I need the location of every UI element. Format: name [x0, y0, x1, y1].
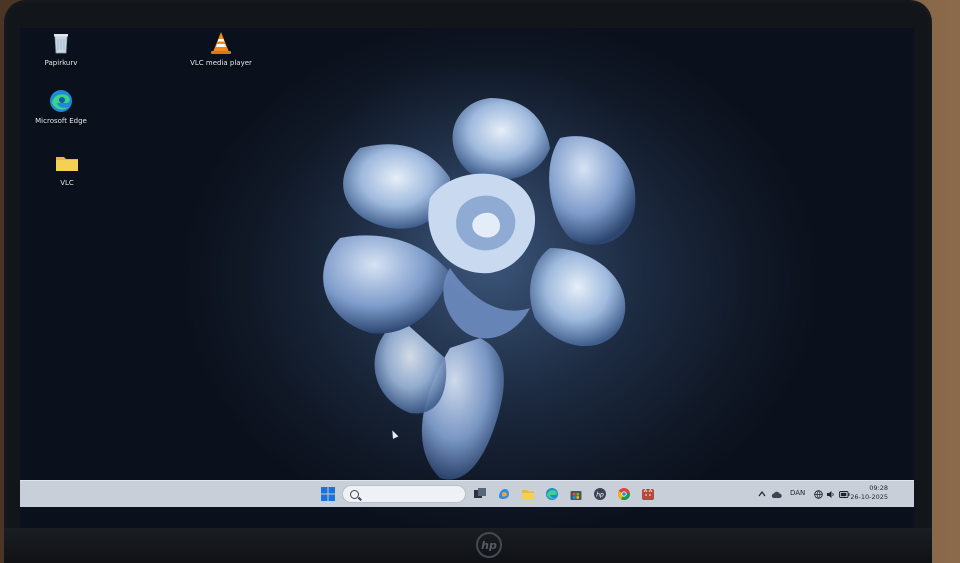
weather-button[interactable]	[768, 486, 784, 502]
desktop-screen: Papirkurv VLC media player Microsoft Edg…	[20, 28, 914, 528]
search-icon	[350, 490, 359, 499]
cloud-icon	[771, 491, 782, 498]
edge-icon	[546, 488, 558, 500]
folder-icon	[522, 490, 534, 499]
recycle-bin-icon	[48, 30, 74, 56]
clock-time: 09:28	[869, 484, 888, 492]
desktop-icon-recycle-bin[interactable]: Papirkurv	[22, 30, 100, 68]
svg-text:hp: hp	[596, 491, 604, 498]
desktop-icon-vlc-media-player[interactable]: VLC media player	[182, 30, 260, 68]
hp-logo: hp	[476, 532, 502, 558]
hp-app-button[interactable]: hp	[592, 486, 608, 502]
desktop-icon-microsoft-edge[interactable]: Microsoft Edge	[22, 88, 100, 126]
clock-date: 26-10-2025	[850, 493, 888, 501]
chrome-icon	[617, 488, 630, 501]
desktop-icon-label: Papirkurv	[44, 59, 78, 67]
taskbar-clock[interactable]: 09:28 26-10-2025	[838, 484, 888, 502]
taskbar: hp DAN 09:28 26-10-2025	[20, 480, 914, 507]
taskbar-search-box[interactable]	[342, 485, 466, 503]
desktop-icon-label: VLC media player	[190, 59, 252, 67]
desktop-icon-vlc-folder[interactable]: VLC	[28, 150, 106, 188]
input-language[interactable]: DAN	[790, 489, 805, 497]
vlc-cone-icon	[208, 30, 234, 56]
chevron-up-icon	[758, 491, 766, 497]
hp-icon: hp	[594, 488, 606, 500]
edge-icon	[48, 88, 74, 114]
speaker-icon	[826, 490, 834, 498]
file-explorer-button[interactable]	[520, 486, 536, 502]
store-button[interactable]	[568, 486, 584, 502]
store-icon	[570, 491, 582, 500]
edge-button[interactable]	[544, 486, 560, 502]
laptop-bezel-bottom	[4, 528, 932, 563]
windows-logo-icon	[321, 487, 335, 501]
start-button[interactable]	[320, 486, 336, 502]
folder-icon	[54, 150, 80, 176]
desktop-icon-label: Microsoft Edge	[35, 117, 87, 125]
task-view-button[interactable]	[472, 486, 488, 502]
cat-icon	[642, 488, 654, 500]
wallpaper-bloom	[300, 68, 660, 480]
chrome-button[interactable]	[616, 486, 632, 502]
copilot-button[interactable]	[496, 486, 512, 502]
desktop-icon-label: VLC	[60, 179, 74, 187]
copilot-icon	[499, 489, 509, 499]
cat-app-button[interactable]	[640, 486, 656, 502]
task-view-icon	[474, 488, 486, 498]
